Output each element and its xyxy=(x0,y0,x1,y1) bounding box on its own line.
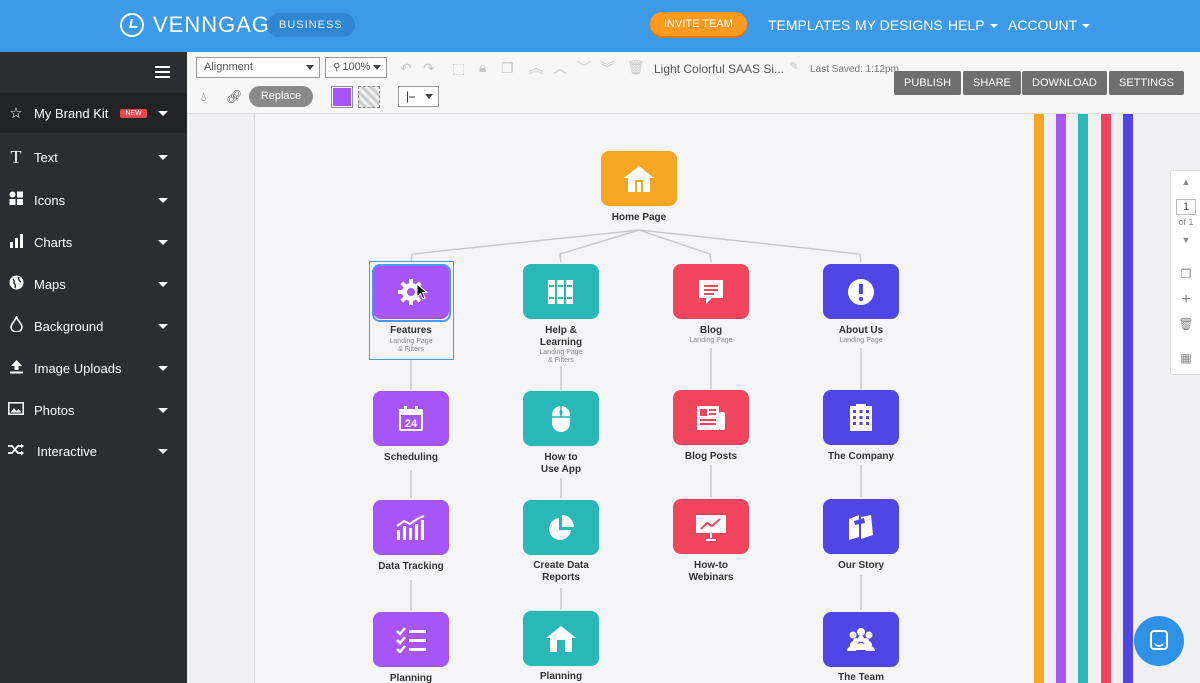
delete-page-icon[interactable]: 🗑︎ xyxy=(1171,317,1200,331)
team-icon xyxy=(847,627,875,651)
home-icon xyxy=(624,165,654,192)
node-label: About Us xyxy=(838,325,884,336)
checklist-icon xyxy=(396,626,426,653)
node-label: The Company xyxy=(827,451,895,462)
node-label: Scheduling xyxy=(384,452,438,463)
node-label: Create Data Reports xyxy=(533,560,589,583)
node-subtitle: Landing Page xyxy=(839,337,883,344)
node-create-data-reports[interactable] xyxy=(523,500,599,555)
node-scheduling[interactable]: 24 xyxy=(373,391,449,446)
node-label: Planning xyxy=(389,673,433,683)
selection-box-inner xyxy=(372,264,451,322)
node-blog-posts[interactable] xyxy=(673,390,749,445)
node-label: Planning xyxy=(539,671,583,682)
info-icon xyxy=(848,278,874,305)
node-label: The Team xyxy=(838,672,884,683)
node-the-company[interactable] xyxy=(823,390,899,445)
support-chat-button[interactable] xyxy=(1134,616,1184,666)
node-how-to-webinars[interactable] xyxy=(673,499,749,554)
pie-chart-icon xyxy=(549,514,574,540)
bar-chart-icon xyxy=(396,514,425,540)
presentation-icon xyxy=(696,514,726,541)
book-icon xyxy=(849,514,873,540)
node-label: Data Tracking xyxy=(378,561,444,572)
mouse-cursor-icon xyxy=(416,283,428,300)
node-data-tracking[interactable] xyxy=(373,500,449,555)
books-icon xyxy=(548,279,573,304)
page-tools-panel: ▲ 1 of 1 ▼ ❐ + 🗑︎ ▦ xyxy=(1170,170,1200,375)
node-help-learning[interactable] xyxy=(523,264,599,319)
node-the-team[interactable] xyxy=(823,612,899,667)
node-label: Blog xyxy=(699,325,723,336)
mouse-icon xyxy=(552,405,570,432)
building-icon xyxy=(850,403,872,431)
chat-icon xyxy=(699,279,723,304)
node-planning-purple[interactable] xyxy=(373,612,449,667)
node-subtitle: Landing Page & Filters xyxy=(539,349,583,364)
page-up-icon[interactable]: ▲ xyxy=(1171,177,1200,187)
node-label: Our Story xyxy=(837,560,885,571)
page-count: of 1 xyxy=(1178,217,1194,227)
home-icon xyxy=(546,625,576,652)
node-label: How-to Webinars xyxy=(688,560,734,583)
node-label: How to Use App xyxy=(540,452,582,475)
node-how-to-use-app[interactable] xyxy=(523,391,599,446)
chat-icon xyxy=(1150,630,1168,650)
page-down-icon[interactable]: ▼ xyxy=(1171,235,1200,245)
page-grid-icon[interactable]: ▦ xyxy=(1171,351,1200,365)
svg-text:24: 24 xyxy=(405,418,418,430)
copy-page-icon[interactable]: ❐ xyxy=(1171,267,1200,281)
node-planning-teal[interactable] xyxy=(523,611,599,666)
node-label: Home Page xyxy=(611,212,667,223)
node-about-us[interactable] xyxy=(823,264,899,319)
node-label: Blog Posts xyxy=(684,451,738,462)
page-number[interactable]: 1 xyxy=(1176,199,1196,215)
node-home-page[interactable] xyxy=(601,151,677,206)
add-page-icon[interactable]: + xyxy=(1171,291,1200,309)
newspaper-icon xyxy=(697,405,725,430)
node-label: Help & Learning xyxy=(539,325,583,348)
node-our-story[interactable] xyxy=(823,499,899,554)
calendar-icon: 24 xyxy=(399,405,423,431)
node-blog[interactable] xyxy=(673,264,749,319)
node-subtitle: Landing Page xyxy=(689,337,733,344)
